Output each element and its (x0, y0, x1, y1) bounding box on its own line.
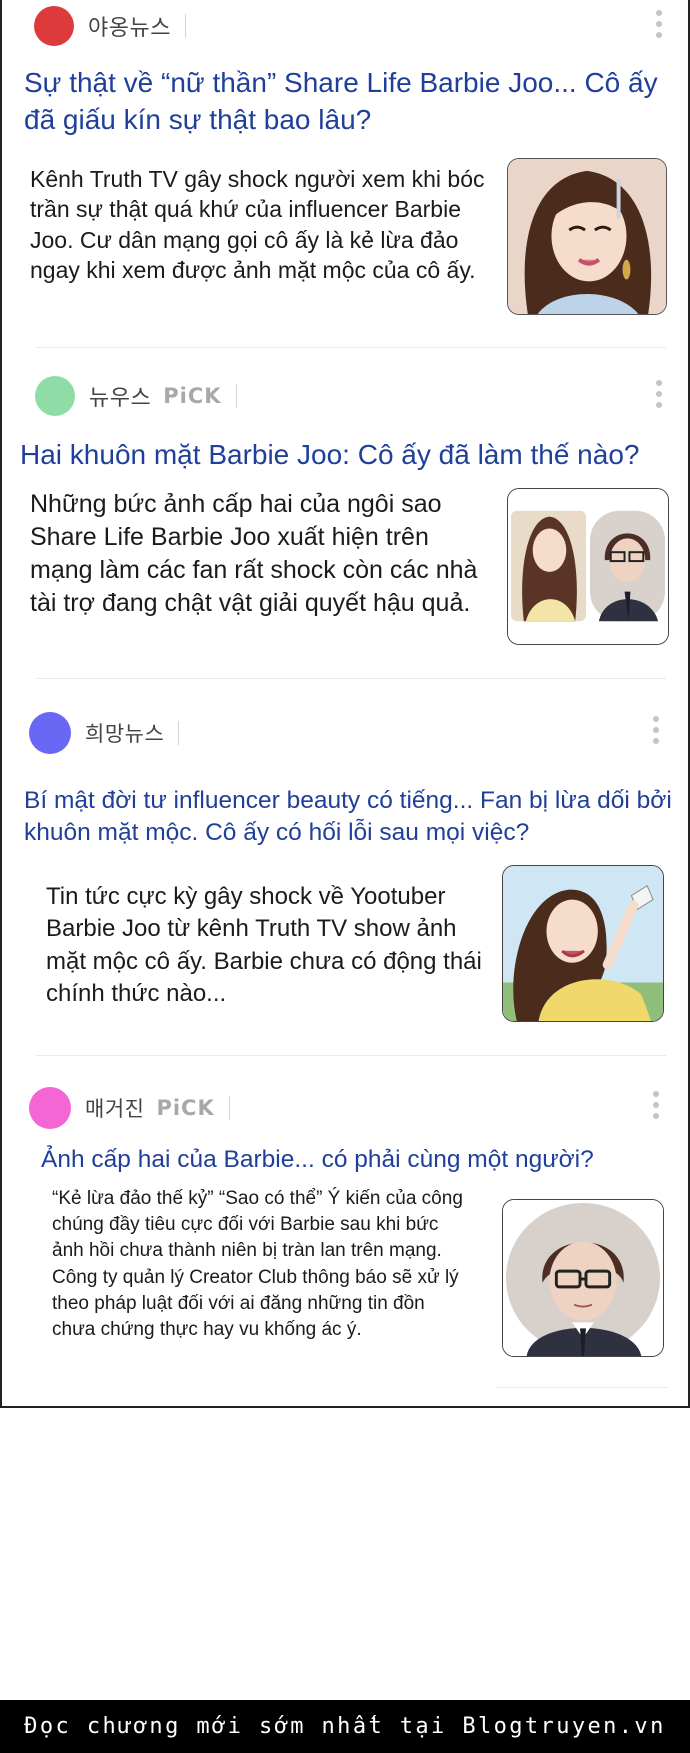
separator (178, 721, 180, 745)
source-avatar (29, 712, 71, 754)
article-summary: Những bức ảnh cấp hai của ngôi sao Share… (30, 490, 478, 617)
woman-golfing-image (503, 866, 663, 1021)
before-after-photos-image (508, 489, 668, 644)
divider (496, 1387, 668, 1388)
divider (36, 1055, 666, 1056)
pick-badge: PiCK (156, 1096, 215, 1120)
source-avatar (29, 1087, 71, 1129)
girl-with-glasses-image (503, 1200, 663, 1356)
article-title[interactable]: Ảnh cấp hai của Barbie... có phải cùng m… (41, 1144, 681, 1177)
article-thumbnail[interactable] (507, 488, 669, 645)
article-summary: “Kẻ lừa đảo thế kỷ” “Sao có thể” Ý kiến … (52, 1188, 463, 1341)
source-avatar (35, 376, 75, 416)
article-thumbnail[interactable] (507, 158, 667, 315)
source-name[interactable]: 야옹뉴스 (88, 10, 171, 42)
source-row: 뉴우스 PiCK (35, 376, 237, 416)
more-options-icon[interactable] (651, 1091, 661, 1124)
separator (184, 14, 186, 38)
more-options-icon[interactable] (654, 10, 664, 43)
divider (36, 678, 666, 679)
more-options-icon[interactable] (654, 380, 664, 413)
article-title[interactable]: Bí mật đời tư influencer beauty có tiếng… (24, 785, 684, 849)
article-summary: Kênh Truth TV gây shock người xem khi bó… (30, 166, 485, 284)
more-options-icon[interactable] (651, 716, 661, 749)
source-avatar (34, 6, 74, 46)
separator (228, 1096, 230, 1120)
source-row: 매거진 PiCK (29, 1087, 230, 1129)
article-thumbnail[interactable] (502, 1199, 664, 1357)
news-feed-panel: 야옹뉴스 Sự thật về “nữ thần” Share Life Bar… (0, 0, 690, 1408)
article-title[interactable]: Hai khuôn mặt Barbie Joo: Cô ấy đã làm t… (20, 436, 690, 473)
article-title[interactable]: Sự thật về “nữ thần” Share Life Barbie J… (24, 64, 674, 138)
pick-badge: PiCK (163, 384, 222, 408)
watermark-banner: Đọc chương mới sớm nhất tại Blogtruyen.v… (0, 1700, 690, 1753)
article-thumbnail[interactable] (502, 865, 664, 1022)
source-name[interactable]: 뉴우스 (89, 380, 151, 412)
article-summary: Tin tức cực kỳ gây shock về Yootuber Bar… (46, 883, 482, 1008)
source-name[interactable]: 매거진 (85, 1093, 144, 1123)
divider (36, 347, 666, 348)
source-row: 희망뉴스 (29, 712, 180, 754)
source-name[interactable]: 희망뉴스 (85, 718, 164, 748)
separator (235, 384, 237, 408)
woman-portrait-image (508, 159, 666, 314)
source-row: 야옹뉴스 (34, 6, 186, 46)
